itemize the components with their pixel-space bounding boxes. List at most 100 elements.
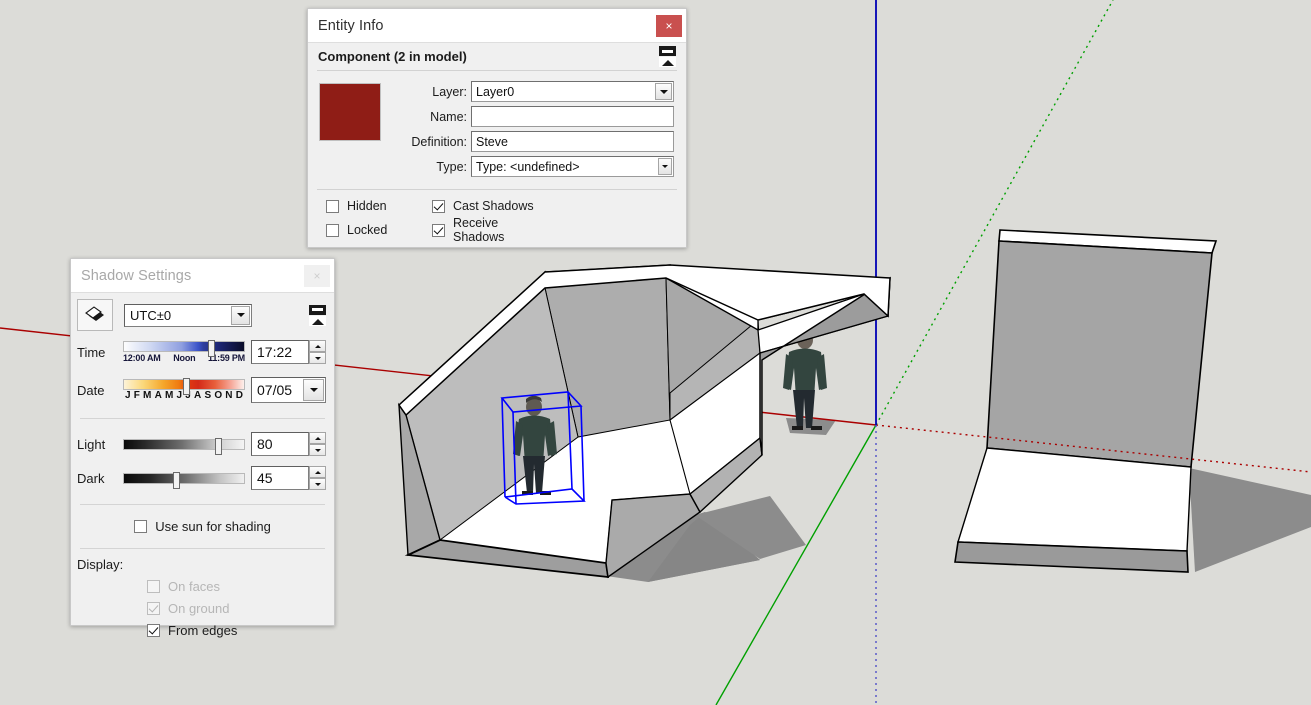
timezone-chevron-down-icon[interactable]	[231, 305, 250, 325]
light-input[interactable]: 80	[251, 432, 309, 456]
time-value: 17:22	[257, 344, 293, 360]
date-month-tick-0: J	[125, 390, 131, 401]
entity-field-label-name: Name:	[430, 109, 467, 124]
time-tick-noon: Noon	[173, 353, 196, 363]
date-slider[interactable]: JFMAMJJASOND	[123, 378, 245, 401]
entity-field-chevron-down-icon-layer[interactable]	[655, 83, 672, 100]
date-month-tick-3: A	[154, 390, 162, 401]
date-month-tick-1: F	[133, 390, 140, 401]
entity-field-label-layer: Layer:	[432, 84, 467, 99]
use-sun-for-shading-checkbox[interactable]	[134, 519, 148, 533]
light-row: Light 80	[71, 427, 334, 461]
entity-info-titlebar[interactable]: Entity Info ×	[308, 9, 686, 43]
show-shadows-toggle-button[interactable]	[77, 299, 113, 331]
entity-field-input-type[interactable]: Type: <undefined>	[471, 156, 674, 177]
dark-slider-thumb[interactable]	[173, 471, 181, 489]
display-option-checkbox-on-faces	[147, 579, 160, 593]
entity-field-label-definition: Definition:	[411, 134, 467, 149]
entity-checkbox-hidden[interactable]	[326, 199, 339, 213]
entity-field-chevron-down-icon-type[interactable]	[658, 158, 672, 175]
use-sun-for-shading-label: Use sun for shading	[155, 518, 271, 534]
date-select[interactable]: 07/05	[251, 377, 326, 403]
entity-info-checkboxes-right: Cast Shadows Receive Shadows	[432, 194, 538, 244]
material-color-swatch[interactable]	[319, 83, 381, 141]
entity-checkbox-label-0: Cast Shadows	[453, 199, 534, 213]
shadow-settings-title: Shadow Settings	[81, 267, 192, 284]
dark-row: Dark 45	[71, 461, 334, 495]
dark-slider[interactable]	[123, 471, 245, 489]
shadow-divider-3	[80, 548, 325, 549]
entity-checkbox-row-left-0: Hidden	[326, 194, 432, 218]
entity-info-panel: Entity Info × Component (2 in model) Lay…	[307, 8, 687, 248]
entity-field-input-definition[interactable]: Steve	[471, 131, 674, 152]
time-slider[interactable]: 12:00 AM Noon 11:59 PM	[123, 340, 245, 363]
entity-checkbox-label-1: Locked	[347, 223, 388, 237]
display-option-label-1: On ground	[168, 600, 230, 616]
display-option-row-2: From edges	[71, 619, 334, 641]
date-slider-thumb[interactable]	[182, 378, 190, 395]
time-slider-ticks: 12:00 AM Noon 11:59 PM	[123, 353, 245, 363]
shadow-toolbar-row: UTC±0	[71, 293, 334, 333]
display-option-row-1: On ground	[71, 597, 334, 619]
entity-checkbox-label-1: Receive Shadows	[453, 216, 505, 244]
display-option-label-0: On faces	[168, 578, 221, 594]
light-stepper[interactable]	[309, 432, 326, 456]
dark-input[interactable]: 45	[251, 466, 309, 490]
display-section-label: Display:	[77, 557, 124, 572]
entity-info-section-header: Component (2 in model)	[308, 43, 686, 70]
light-stepper-down[interactable]	[309, 444, 326, 456]
time-slider-thumb[interactable]	[207, 340, 215, 357]
shadow-settings-close-button[interactable]: ×	[304, 264, 330, 287]
entity-field-value-definition: Steve	[476, 134, 508, 149]
light-slider[interactable]	[123, 437, 245, 455]
time-stepper[interactable]	[309, 340, 326, 364]
date-month-tick-4: M	[165, 390, 174, 401]
dark-stepper-up[interactable]	[309, 466, 326, 478]
display-option-checkbox-from-edges[interactable]	[147, 623, 160, 637]
entity-info-collapse-button[interactable]	[659, 46, 676, 67]
time-stepper-down[interactable]	[309, 352, 326, 364]
display-option-checkbox-on-ground	[147, 601, 160, 615]
entity-checkbox-locked[interactable]	[326, 223, 339, 237]
sketchup-window: Shadow Settings × UTC±0 Time 12:00 AM No…	[0, 0, 1311, 705]
shadow-settings-panel: Shadow Settings × UTC±0 Time 12:00 AM No…	[70, 258, 335, 638]
date-chevron-down-icon[interactable]	[303, 379, 324, 401]
time-row: Time 12:00 AM Noon 11:59 PM 17:22	[71, 333, 334, 371]
entity-field-row-1: Name:	[393, 106, 674, 127]
entity-checkbox-cast-shadows[interactable]	[432, 199, 445, 213]
light-value: 80	[257, 436, 273, 452]
shadow-settings-titlebar[interactable]: Shadow Settings ×	[71, 259, 334, 293]
light-stepper-up[interactable]	[309, 432, 326, 444]
date-value: 07/05	[257, 382, 293, 398]
entity-type-label: Component (2 in model)	[318, 49, 467, 64]
entity-field-row-3: Type: Type: <undefined>	[393, 156, 674, 177]
entity-info-fields: Layer: Layer0 Name: Definition: Steve Type: Ty…	[393, 81, 674, 181]
timezone-select[interactable]: UTC±0	[124, 303, 252, 327]
time-tick-start: 12:00 AM	[123, 353, 161, 363]
time-input[interactable]: 17:22	[251, 340, 309, 364]
entity-checkbox-label-0: Hidden	[347, 199, 387, 213]
date-month-tick-10: N	[225, 390, 233, 401]
date-row: Date JFMAMJJASOND 07/05	[71, 371, 334, 409]
dark-label: Dark	[77, 470, 105, 486]
light-slider-thumb[interactable]	[215, 437, 223, 455]
dark-stepper[interactable]	[309, 466, 326, 490]
entity-checkbox-row-left-1: Locked	[326, 218, 432, 242]
entity-checkbox-receive-shadows[interactable]	[432, 223, 445, 237]
date-month-tick-2: M	[143, 390, 152, 401]
entity-field-input-name[interactable]	[471, 106, 674, 127]
shadow-settings-collapse-button[interactable]	[309, 304, 326, 326]
use-sun-for-shading-row: Use sun for shading	[71, 513, 334, 539]
display-option-label-2: From edges	[168, 622, 238, 638]
entity-field-row-0: Layer: Layer0	[393, 81, 674, 102]
entity-field-value-layer: Layer0	[476, 84, 515, 99]
dark-stepper-down[interactable]	[309, 478, 326, 490]
entity-field-input-layer[interactable]: Layer0	[471, 81, 674, 102]
time-label: Time	[77, 344, 106, 360]
entity-field-label-type: Type:	[436, 159, 467, 174]
date-month-tick-7: A	[194, 390, 202, 401]
entity-checkbox-row-right-1: Receive Shadows	[432, 216, 538, 244]
entity-info-close-button[interactable]: ×	[656, 14, 682, 37]
time-stepper-up[interactable]	[309, 340, 326, 352]
date-month-tick-5: J	[176, 390, 183, 401]
